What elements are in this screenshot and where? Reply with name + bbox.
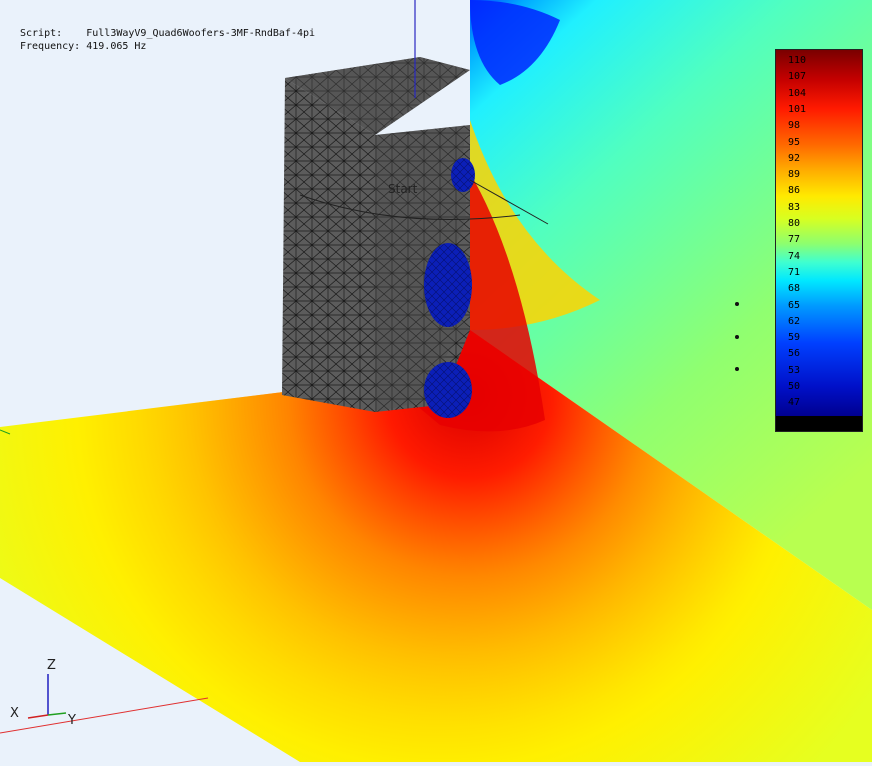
legend-tick-label: 92 <box>788 152 801 164</box>
legend-tick-label: 59 <box>788 332 801 344</box>
start-label: Start <box>388 182 418 196</box>
legend-tick-label: 80 <box>788 218 801 229</box>
legend-tick-label: 65 <box>788 299 801 311</box>
marker-dot <box>735 335 739 339</box>
color-scale-legend: 110 107 104 101 98 95 92 89 86 83 80 77 74 71 68 65 62 59… <box>775 49 863 432</box>
legend-tick-label: 89 <box>788 169 801 181</box>
sound-field-scene: Start <box>0 0 872 762</box>
legend-tick-label: 107 <box>788 71 807 83</box>
legend-tick-label: 98 <box>788 120 801 132</box>
legend-tick-label: 50 <box>788 381 801 392</box>
legend-tick-label: 95 <box>788 136 801 148</box>
x-axis-label: X <box>10 706 19 721</box>
tweeter-driver <box>451 158 475 192</box>
woofer-driver <box>424 362 472 418</box>
legend-tick-label: 71 <box>788 266 801 278</box>
speaker-enclosure <box>282 57 475 418</box>
midrange-driver <box>424 243 472 327</box>
legend-tick-label: 56 <box>788 348 801 360</box>
red-axis-line <box>0 697 209 734</box>
legend-tick-label: 101 <box>788 103 807 115</box>
script-label: Script: <box>20 28 63 39</box>
3d-viewport[interactable]: Start Z X Y Script: Full3WayV9_Quad6Woof… <box>0 0 872 762</box>
marker-dot <box>735 367 739 371</box>
legend-tick-label: 110 <box>788 55 807 66</box>
legend-tick-label: 104 <box>788 87 807 99</box>
legend-tick-label: 83 <box>788 201 801 213</box>
y-axis-label: Y <box>68 713 76 728</box>
legend-tick-label: 86 <box>788 185 801 197</box>
legend-tick-label: 68 <box>788 283 801 295</box>
frequency-info: Frequency: 419.065 Hz <box>20 40 146 53</box>
legend-tick-label: 53 <box>788 364 801 376</box>
script-name: Full3WayV9_Quad6Woofers-3MF-RndBaf-4pi <box>86 28 316 39</box>
frequency-label: Frequency: <box>20 41 81 52</box>
legend-tick-label: 47 <box>788 397 801 409</box>
orientation-gizmo <box>27 674 67 719</box>
script-info: Script: Full3WayV9_Quad6Woofers-3MF-RndB… <box>20 27 315 40</box>
z-axis-label: Z <box>47 658 56 673</box>
marker-dot <box>735 302 739 306</box>
frequency-value: 419.065 Hz <box>86 41 147 52</box>
legend-tick-label: 77 <box>788 234 801 246</box>
legend-tick-label: 62 <box>788 315 801 327</box>
legend-tick-label: 74 <box>788 250 801 262</box>
